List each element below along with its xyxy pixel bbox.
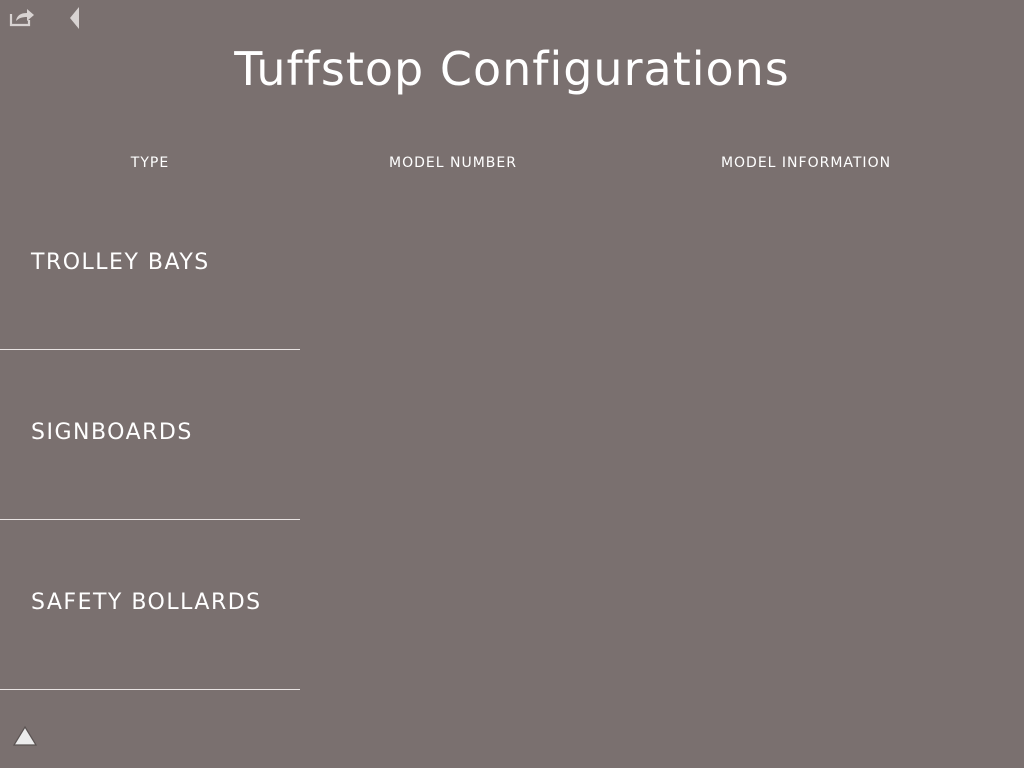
column-header-model-number: MODEL NUMBER bbox=[389, 155, 517, 171]
page-title: Tuffstop Configurations bbox=[234, 42, 790, 96]
configurations-page: Tuffstop Configurations TYPE MODEL NUMBE… bbox=[0, 0, 1024, 768]
type-item-label: SIGNBOARDS bbox=[31, 420, 193, 445]
type-item-trolley-bays[interactable]: TROLLEY BAYS bbox=[0, 180, 300, 350]
back-button[interactable] bbox=[66, 5, 84, 31]
type-item-label: TROLLEY BAYS bbox=[31, 250, 210, 275]
type-item-signboards[interactable]: SIGNBOARDS bbox=[0, 350, 300, 520]
column-header-type: TYPE bbox=[130, 155, 170, 171]
type-list: TROLLEY BAYS SIGNBOARDS SAFETY BOLLARDS bbox=[0, 180, 300, 690]
back-arrow-icon bbox=[70, 7, 79, 29]
share-icon bbox=[9, 9, 34, 27]
type-item-label: SAFETY BOLLARDS bbox=[31, 590, 262, 615]
column-header-model-information: MODEL INFORMATION bbox=[720, 155, 892, 171]
up-triangle-icon bbox=[12, 725, 38, 746]
share-button[interactable] bbox=[8, 6, 36, 28]
type-item-safety-bollards[interactable]: SAFETY BOLLARDS bbox=[0, 520, 300, 690]
scroll-up-button[interactable] bbox=[12, 724, 38, 748]
